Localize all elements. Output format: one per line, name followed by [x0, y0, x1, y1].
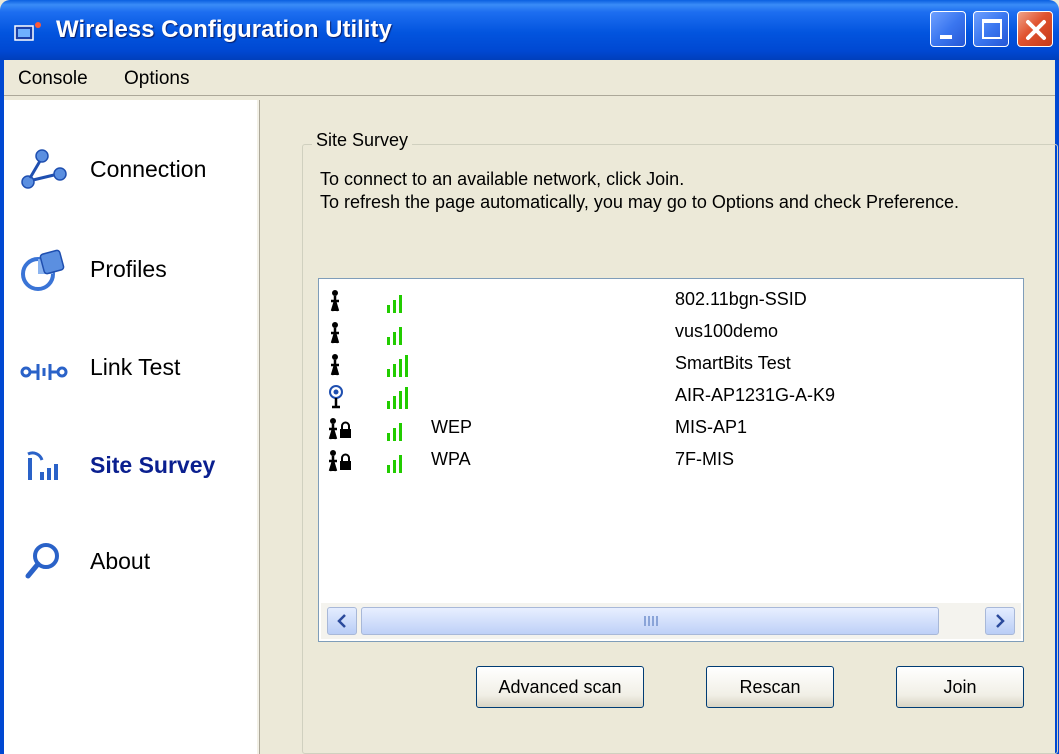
- signal-strength-icon: [387, 295, 402, 313]
- signal-strength-icon: [387, 455, 402, 473]
- minimize-button[interactable]: [930, 11, 966, 47]
- chevron-right-icon: [996, 614, 1005, 628]
- network-ssid: vus100demo: [675, 321, 779, 341]
- join-button[interactable]: Join: [896, 666, 1024, 708]
- network-row[interactable]: WEP MIS-AP1: [319, 413, 1019, 445]
- menu-console[interactable]: Console: [18, 68, 88, 90]
- app-icon: [14, 22, 41, 41]
- instructions: To connect to an available network, clic…: [320, 168, 1020, 214]
- network-row[interactable]: WPA 7F-MIS: [319, 445, 1019, 477]
- window-title: Wireless Configuration Utility: [56, 16, 392, 43]
- sidebar-item-profiles[interactable]: Profiles: [4, 242, 260, 298]
- network-ssid: AIR-AP1231G-A-K9: [675, 385, 836, 405]
- sidebar-item-about[interactable]: About: [4, 534, 260, 590]
- profiles-icon: [21, 249, 65, 291]
- connection-icon: [21, 149, 67, 189]
- scrollbar-thumb[interactable]: [361, 607, 939, 635]
- site-survey-icon: [27, 451, 58, 480]
- signal-strength-icon: [387, 327, 402, 345]
- groupbox-title: Site Survey: [312, 130, 413, 151]
- network-security: WEP: [431, 417, 473, 437]
- network-ssid: 802.11bgn-SSID: [675, 289, 807, 309]
- horizontal-scrollbar[interactable]: [321, 603, 1021, 639]
- sidebar-item-label: About: [90, 548, 151, 574]
- sidebar-item-label: Site Survey: [90, 452, 216, 478]
- chevron-left-icon: [337, 614, 346, 628]
- site-survey-pane: Site Survey To connect to an available n…: [266, 100, 1058, 754]
- menu-options[interactable]: Options: [124, 68, 189, 90]
- scroll-right-button[interactable]: [985, 607, 1015, 635]
- sidebar-item-site-survey[interactable]: Site Survey: [4, 438, 260, 494]
- network-row[interactable]: vus100demo: [319, 317, 1019, 349]
- maximize-icon: [982, 19, 1002, 39]
- maximize-button[interactable]: [973, 11, 1009, 47]
- access-point-icon: [329, 385, 343, 409]
- signal-strength-icon: [387, 387, 408, 409]
- network-row[interactable]: SmartBits Test: [319, 349, 1019, 381]
- signal-strength-icon: [387, 355, 408, 377]
- network-row[interactable]: 802.11bgn-SSID: [319, 285, 1019, 317]
- advanced-scan-button[interactable]: Advanced scan: [476, 666, 644, 708]
- minimize-icon: [940, 35, 952, 39]
- adhoc-station-icon: [330, 290, 340, 312]
- sidebar-item-link-test[interactable]: Link Test: [4, 340, 260, 396]
- close-icon: [1026, 20, 1046, 40]
- adhoc-station-icon: [330, 354, 340, 376]
- title-bar[interactable]: Wireless Configuration Utility: [0, 0, 1059, 60]
- sidebar: Connection Profiles Link Test Site Surve…: [4, 100, 260, 754]
- instructions-line-2: To refresh the page automatically, you m…: [320, 192, 960, 212]
- scroll-left-button[interactable]: [327, 607, 357, 635]
- signal-strength-icon: [387, 423, 402, 441]
- network-ssid: SmartBits Test: [675, 353, 791, 373]
- menu-bar: Console Options: [4, 60, 1055, 96]
- network-ssid: MIS-AP1: [675, 417, 748, 437]
- link-test-icon: [20, 364, 68, 380]
- network-list[interactable]: 802.11bgn-SSID vus100demo SmartBits Test: [318, 278, 1024, 642]
- sidebar-item-label: Link Test: [90, 354, 181, 380]
- rescan-button[interactable]: Rescan: [706, 666, 834, 708]
- network-row[interactable]: AIR-AP1231G-A-K9: [319, 381, 1019, 413]
- network-ssid: 7F-MIS: [675, 449, 735, 469]
- instructions-line-1: To connect to an available network, clic…: [320, 169, 685, 189]
- adhoc-station-icon: [330, 322, 340, 344]
- close-button[interactable]: [1017, 11, 1053, 47]
- sidebar-item-label: Connection: [90, 156, 207, 182]
- about-icon: [25, 543, 59, 579]
- secured-station-icon: [328, 450, 351, 472]
- sidebar-item-connection[interactable]: Connection: [4, 142, 260, 198]
- scrollbar-grip-icon: [644, 616, 658, 626]
- network-security: WPA: [431, 449, 471, 469]
- sidebar-item-label: Profiles: [90, 256, 167, 282]
- secured-station-icon: [328, 418, 351, 440]
